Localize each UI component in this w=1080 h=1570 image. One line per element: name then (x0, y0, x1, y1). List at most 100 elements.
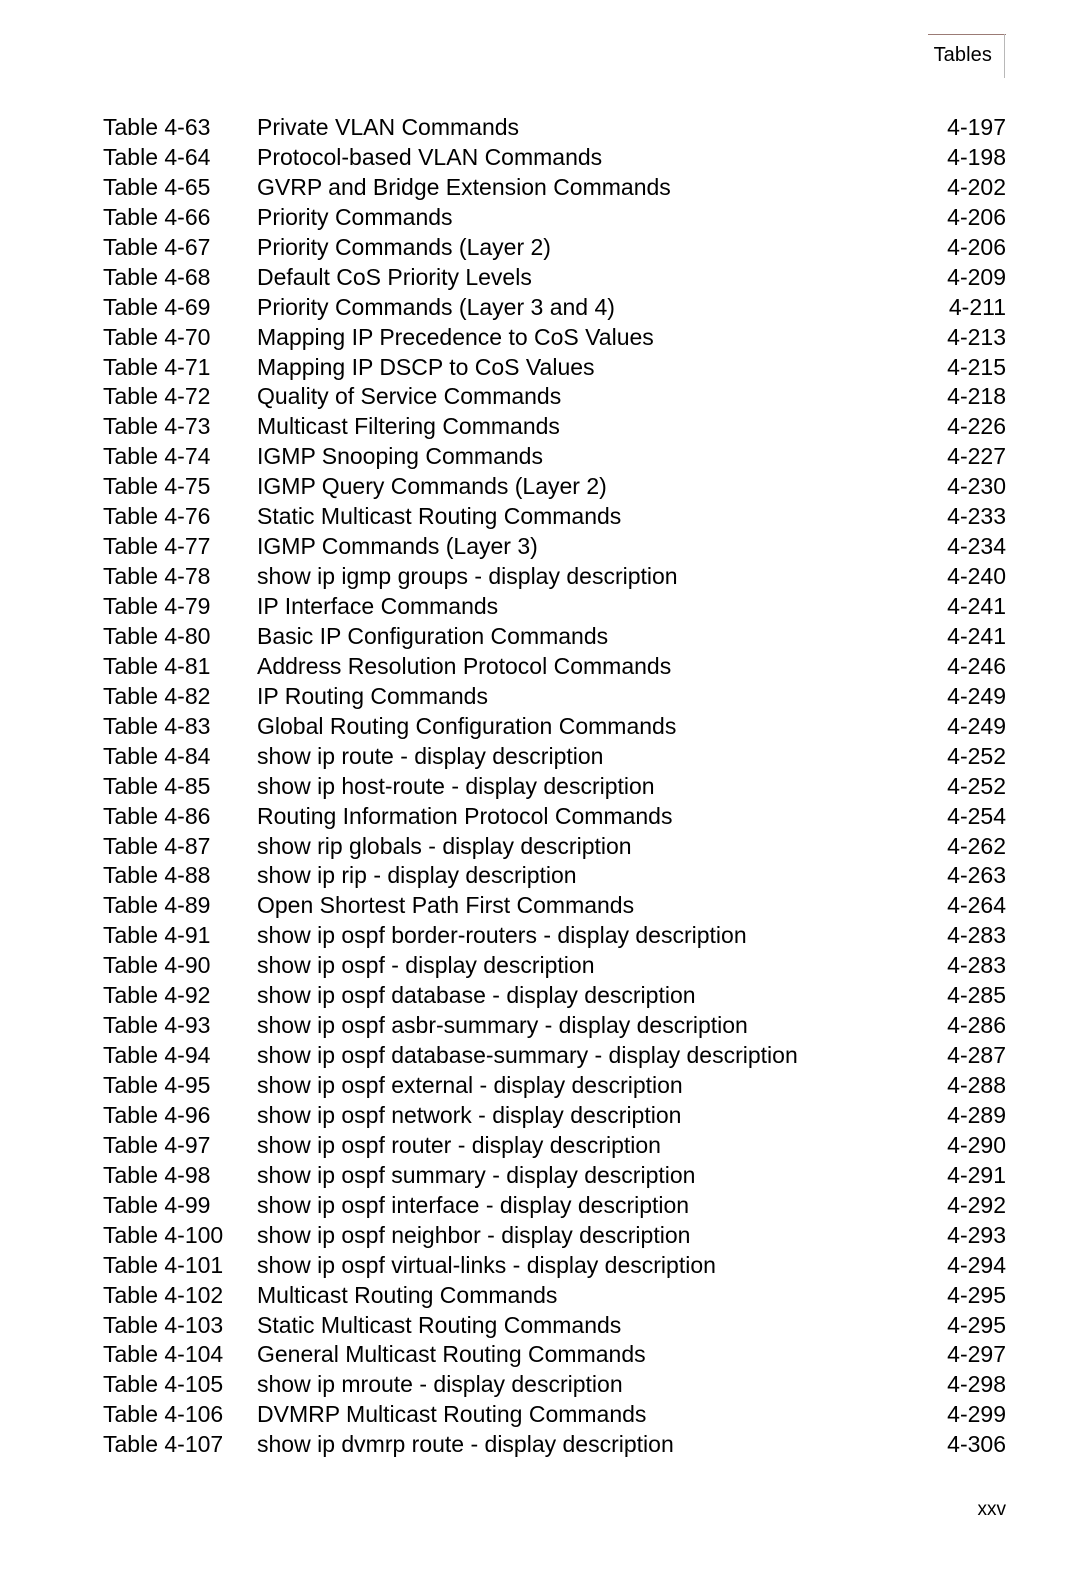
table-row[interactable]: 4-213 Table 4-70 Mapping IP Precedence to … (0, 323, 1080, 353)
table-entry-label: Table 4-79 (103, 593, 211, 619)
table-entry-title: show ip rip - display description (257, 862, 577, 889)
table-row[interactable]: 4-215 Table 4-71 Mapping IP DSCP to CoS Va… (0, 353, 1080, 383)
header-top-rule (928, 34, 1006, 35)
list-of-tables: 4-197 Table 4-63 Private VLAN Commands 4-19… (0, 113, 1080, 1460)
table-entry-title: show ip mroute - display description (257, 1371, 623, 1398)
page-folio: xxv (977, 1499, 1007, 1520)
table-row[interactable]: 4-283 Table 4-90 show ip ospf - display de… (0, 951, 1080, 981)
table-entry-title: Mapping IP Precedence to CoS Values (257, 323, 654, 350)
table-row[interactable]: 4-227 Table 4-74 IGMP Snooping Commands (0, 442, 1080, 472)
table-entry-title: show ip ospf router - display descriptio… (257, 1131, 661, 1158)
table-entry-label: Table 4-97 (103, 1131, 211, 1158)
table-row[interactable]: 4-295 Table 4-102 Multicast Routing Comman… (0, 1281, 1080, 1311)
running-header: Tables (0, 0, 1080, 100)
table-row[interactable]: 4-286 Table 4-93 show ip ospf asbr-summary… (0, 1011, 1080, 1041)
table-entry-title: IGMP Commands (Layer 3) (257, 533, 538, 560)
table-row[interactable]: 4-206 Table 4-66 Priority Commands (0, 203, 1080, 233)
table-entry-title: show ip ospf interface - display descrip… (257, 1191, 690, 1218)
table-entry-label: Table 4-65 (103, 173, 211, 200)
table-row[interactable]: 4-252 Table 4-85 show ip host-route - disp… (0, 772, 1080, 802)
table-row[interactable]: 4-206 Table 4-67 Priority Commands (Layer … (0, 233, 1080, 263)
table-row[interactable]: 4-249 Table 4-83 Global Routing Configurat… (0, 712, 1080, 742)
document-page: Tables 4-197 Table 4-63 Private VLAN Comma… (0, 0, 1080, 1570)
table-row[interactable]: 4-290 Table 4-97 show ip ospf router - dis… (0, 1131, 1080, 1161)
table-row[interactable]: 4-291 Table 4-98 show ip ospf summary - di… (0, 1161, 1080, 1191)
table-entry-label: Table 4-81 (103, 652, 211, 679)
table-entry-title: General Multicast Routing Commands (257, 1341, 646, 1368)
table-entry-title: Protocol-based VLAN Commands (257, 143, 603, 170)
table-row[interactable]: 4-241 Table 4-80 Basic IP Configuration Co… (0, 622, 1080, 652)
table-entry-title: DVMRP Multicast Routing Commands (257, 1401, 647, 1428)
table-entry-label: Table 4-88 (103, 862, 211, 889)
table-row[interactable]: 4-264 Table 4-89 Open Shortest Path First … (0, 891, 1080, 921)
table-row[interactable]: 4-293 Table 4-100 show ip ospf neighbor - … (0, 1221, 1080, 1251)
table-row[interactable]: 4-287 Table 4-94 show ip ospf database-sum… (0, 1041, 1080, 1071)
table-row[interactable]: 4-254 Table 4-86 Routing Information Proto… (0, 802, 1080, 832)
table-entry-label: Table 4-63 (103, 114, 211, 140)
table-row[interactable]: 4-283 Table 4-91 show ip ospf border-route… (0, 921, 1080, 951)
table-row[interactable]: 4-209 Table 4-68 Default CoS Priority Leve… (0, 263, 1080, 293)
table-entry-title: Quality of Service Commands (257, 383, 562, 410)
table-entry-title: Priority Commands (Layer 2) (257, 233, 551, 260)
table-entry-title: Default CoS Priority Levels (257, 263, 532, 290)
table-entry-label: Table 4-90 (103, 952, 211, 979)
table-row[interactable]: 4-294 Table 4-101 show ip ospf virtual-lin… (0, 1251, 1080, 1281)
table-entry-label: Table 4-71 (103, 353, 211, 380)
table-entry-label: Table 4-73 (103, 413, 211, 440)
table-row[interactable]: 4-285 Table 4-92 show ip ospf database - d… (0, 981, 1080, 1011)
table-entry-label: Table 4-101 (103, 1251, 224, 1278)
table-row[interactable]: 4-289 Table 4-96 show ip ospf network - di… (0, 1101, 1080, 1131)
table-row[interactable]: 4-249 Table 4-82 IP Routing Commands (0, 682, 1080, 712)
table-entry-label: Table 4-94 (103, 1042, 211, 1069)
table-entry-label: Table 4-85 (103, 772, 211, 799)
table-entry-label: Table 4-104 (103, 1341, 224, 1368)
table-entry-label: Table 4-77 (103, 533, 211, 560)
table-row[interactable]: 4-246 Table 4-81 Address Resolution Protoc… (0, 652, 1080, 682)
table-entry-label: Table 4-92 (103, 982, 211, 1009)
table-entry-title: show ip ospf asbr-summary - display desc… (257, 1012, 748, 1039)
table-row[interactable]: 4-288 Table 4-95 show ip ospf external - d… (0, 1071, 1080, 1101)
table-row[interactable]: 4-230 Table 4-75 IGMP Query Commands (Laye… (0, 472, 1080, 502)
running-header-title: Tables (933, 44, 992, 66)
table-row[interactable]: 4-240 Table 4-78 show ip igmp groups - dis… (0, 562, 1080, 592)
table-row[interactable]: 4-218 Table 4-72 Quality of Service Comman… (0, 382, 1080, 412)
table-row[interactable]: 4-241 Table 4-79 IP Interface Commands (0, 592, 1080, 622)
table-entry-label: Table 4-106 (103, 1401, 224, 1428)
table-entry-title: Global Routing Configuration Commands (257, 712, 677, 739)
table-row[interactable]: 4-211 Table 4-69 Priority Commands (Layer … (0, 293, 1080, 323)
table-row[interactable]: 4-233 Table 4-76 Static Multicast Routing … (0, 502, 1080, 532)
table-entry-title: Priority Commands (257, 203, 453, 230)
table-entry-label: Table 4-95 (103, 1072, 211, 1098)
table-row[interactable]: 4-306 Table 4-107 show ip dvmrp route - di… (0, 1430, 1080, 1460)
table-row[interactable]: 4-252 Table 4-84 show ip route - display d… (0, 742, 1080, 772)
table-entry-title: GVRP and Bridge Extension Commands (257, 173, 671, 200)
table-entry-title: show ip ospf database - display descript… (257, 982, 696, 1009)
table-entry-title: show ip ospf database-summary - display … (257, 1042, 798, 1069)
table-entry-title: Routing Information Protocol Commands (257, 802, 673, 829)
table-entry-title: Open Shortest Path First Commands (257, 892, 635, 919)
table-entry-label: Table 4-91 (103, 922, 211, 949)
table-row[interactable]: 4-197 Table 4-63 Private VLAN Commands (0, 113, 1080, 143)
table-row[interactable]: 4-292 Table 4-99 show ip ospf interface - … (0, 1191, 1080, 1221)
table-row[interactable]: 4-234 Table 4-77 IGMP Commands (Layer 3) (0, 532, 1080, 562)
table-row[interactable]: 4-263 Table 4-88 show ip rip - display des… (0, 861, 1080, 891)
table-entry-label: Table 4-107 (103, 1431, 224, 1458)
table-row[interactable]: 4-198 Table 4-64 Protocol-based VLAN Comma… (0, 143, 1080, 173)
table-entry-title: show ip igmp groups - display descriptio… (257, 563, 678, 590)
table-row[interactable]: 4-297 Table 4-104 General Multicast Routin… (0, 1340, 1080, 1370)
table-entry-title: Multicast Filtering Commands (257, 413, 560, 440)
table-entry-label: Table 4-103 (103, 1311, 224, 1338)
table-entry-title: show ip ospf network - display descripti… (257, 1101, 682, 1128)
table-row[interactable]: 4-226 Table 4-73 Multicast Filtering Comma… (0, 412, 1080, 442)
table-row[interactable]: 4-299 Table 4-106 DVMRP Multicast Routing … (0, 1400, 1080, 1430)
table-entry-label: Table 4-70 (103, 323, 211, 350)
table-row[interactable]: 4-262 Table 4-87 show rip globals - displa… (0, 832, 1080, 862)
table-entry-title: show ip dvmrp route - display descriptio… (257, 1431, 674, 1458)
table-row[interactable]: 4-202 Table 4-65 GVRP and Bridge Extension… (0, 173, 1080, 203)
table-entry-title: Mapping IP DSCP to CoS Values (257, 353, 595, 380)
table-row[interactable]: 4-295 Table 4-103 Static Multicast Routing… (0, 1311, 1080, 1341)
table-row[interactable]: 4-298 Table 4-105 show ip mroute - display… (0, 1370, 1080, 1400)
table-entry-title: Multicast Routing Commands (257, 1281, 558, 1308)
table-entry-title: show ip ospf external - display descript… (257, 1072, 683, 1098)
table-entry-label: Table 4-86 (103, 802, 211, 829)
